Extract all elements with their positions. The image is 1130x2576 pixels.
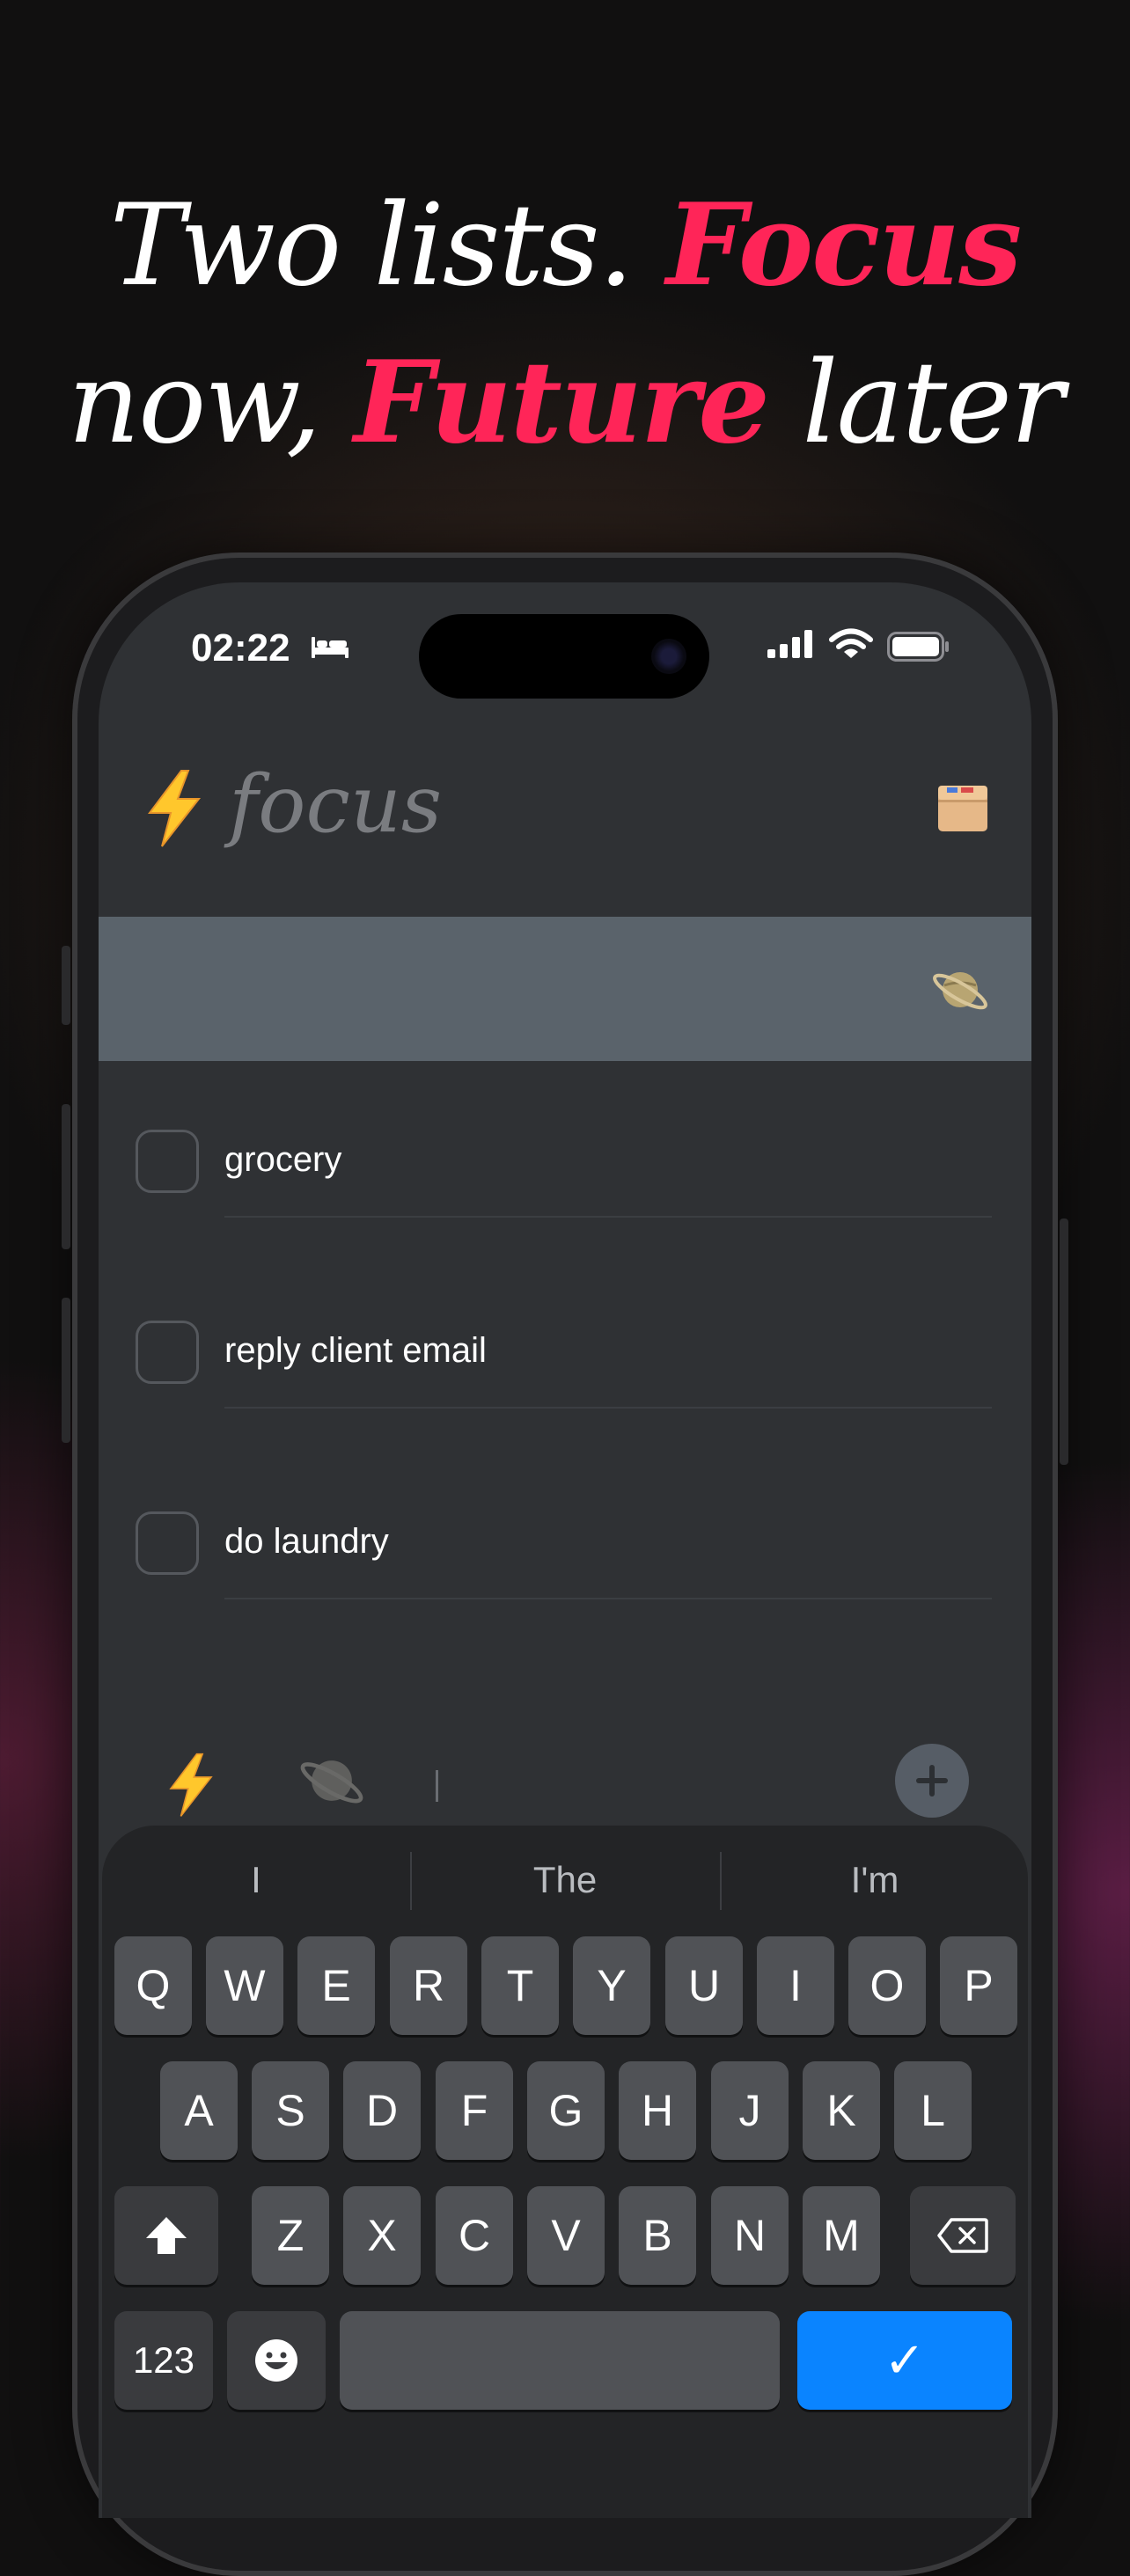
headline: Two lists. Focus now, Future later [0,167,1130,482]
lightning-bolt-icon [148,770,202,847]
key-z[interactable]: Z [252,2186,329,2285]
phone-power-button [1060,1218,1068,1465]
headline-focus-accent: Focus [665,179,1022,311]
ringed-planet-icon[interactable] [297,1745,367,1816]
task-row: do laundry [99,1476,1031,1617]
task-label[interactable]: grocery [224,1140,341,1180]
key-r[interactable]: R [390,1936,467,2035]
package-box-icon[interactable] [935,780,991,837]
headline-future-accent: Future [354,337,770,469]
backspace-icon [937,2218,988,2253]
task-label[interactable]: reply client email [224,1331,487,1371]
key-q[interactable]: Q [114,1936,192,2035]
task-checkbox[interactable] [136,1511,199,1575]
task-checkbox[interactable] [136,1321,199,1384]
key-k[interactable]: K [803,2061,880,2160]
key-c[interactable]: C [436,2186,513,2285]
key-y[interactable]: Y [573,1936,650,2035]
key-v[interactable]: V [527,2186,605,2285]
task-row: reply client email [99,1285,1031,1426]
keyboard: I The I'm Q W E R T Y U I O P A S D F G … [102,1826,1028,2518]
shift-key[interactable] [114,2186,218,2285]
headline-line-1: Two lists. Focus [0,167,1130,325]
headline-line-1-text: Two lists. [109,180,666,311]
phone-volume-down [62,1298,70,1443]
suggestion-3[interactable]: I'm [721,1859,1029,1901]
suggestion-2[interactable]: The [411,1859,719,1901]
suggestion-1[interactable]: I [102,1859,410,1901]
key-n[interactable]: N [711,2186,789,2285]
key-s[interactable]: S [252,2061,329,2160]
camera-icon [651,639,686,674]
emoji-face-icon [255,2339,297,2382]
space-key[interactable] [340,2311,780,2410]
key-d[interactable]: D [343,2061,421,2160]
add-task-button[interactable] [895,1744,969,1818]
key-w[interactable]: W [206,1936,283,2035]
battery-icon [887,632,949,662]
dynamic-island [419,614,709,699]
emoji-key[interactable] [227,2311,326,2410]
phone-volume-up [62,1104,70,1249]
return-key[interactable]: ✓ [797,2311,1012,2410]
key-l[interactable]: L [894,2061,972,2160]
divider [224,1216,992,1218]
key-e[interactable]: E [297,1936,375,2035]
backspace-key[interactable] [910,2186,1016,2285]
plus-icon [916,1765,948,1797]
task-checkbox[interactable] [136,1130,199,1193]
key-f[interactable]: F [436,2061,513,2160]
wifi-icon [829,628,873,658]
key-a[interactable]: A [160,2061,238,2160]
sleep-bed-icon [312,637,349,658]
numbers-key[interactable]: 123 [114,2311,213,2410]
status-time: 02:22 [191,626,290,670]
task-label[interactable]: do laundry [224,1522,389,1562]
divider [224,1598,992,1599]
key-p[interactable]: P [940,1936,1017,2035]
cellular-signal-icon [767,630,812,658]
key-m[interactable]: M [803,2186,880,2285]
phone-silent-switch [62,946,70,1025]
task-input-caret[interactable] [436,1770,438,1802]
key-t[interactable]: T [481,1936,559,2035]
headline-line-2: now, Future later [0,325,1130,482]
key-b[interactable]: B [619,2186,696,2285]
lightning-bolt-icon[interactable] [165,1753,217,1818]
key-u[interactable]: U [665,1936,743,2035]
headline-line-2-end: later [767,338,1065,469]
future-list-bar[interactable] [99,917,1031,1061]
key-g[interactable]: G [527,2061,605,2160]
key-i[interactable]: I [757,1936,834,2035]
key-j[interactable]: J [711,2061,789,2160]
headline-line-2-start: now, [67,338,355,469]
ringed-planet-icon[interactable] [929,959,991,1021]
page-title: focus [229,758,443,851]
phone-screen: 02:22 focus grocery reply client email d… [99,582,1031,2518]
key-h[interactable]: H [619,2061,696,2160]
key-o[interactable]: O [848,1936,926,2035]
shift-arrow-icon [146,2217,187,2254]
key-x[interactable]: X [343,2186,421,2285]
divider [224,1407,992,1409]
task-row: grocery [99,1094,1031,1235]
